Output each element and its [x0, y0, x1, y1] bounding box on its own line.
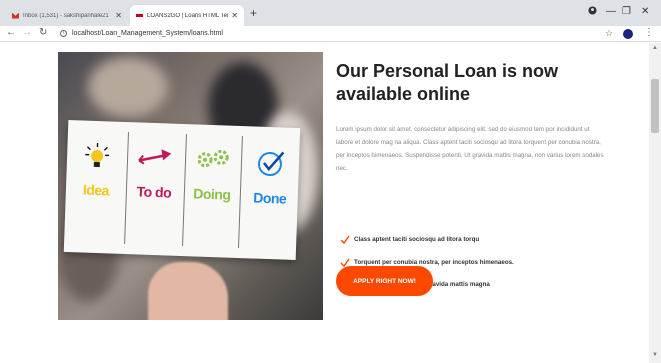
tab-title: Inbox (1,531) - sakshipanhale21: [23, 12, 109, 19]
kanban-card: Idea To do Doing Done: [63, 119, 301, 261]
check-circle-icon: [257, 151, 285, 177]
scrollbar-thumb[interactable]: [651, 79, 659, 133]
url-text: localhost/Loan_Management_System/loans.h…: [72, 30, 223, 37]
extension-icon[interactable]: [623, 29, 633, 39]
forward-icon[interactable]: →: [22, 27, 32, 38]
hand-image: [148, 262, 228, 320]
tab-gmail-inbox[interactable]: Inbox (1,531) - sakshipanhale21 ✕: [6, 5, 128, 26]
menu-icon[interactable]: ⋮: [644, 27, 654, 38]
tab-title: LOANS2GO | Loans HTML Temp: [147, 12, 229, 19]
card-column-done: Done: [246, 148, 296, 207]
info-icon[interactable]: i: [60, 30, 67, 37]
column-label: Done: [253, 189, 287, 207]
site-favicon-icon: [136, 14, 143, 17]
profile-icon[interactable]: [588, 6, 597, 18]
reload-icon[interactable]: ↻: [39, 27, 47, 38]
apply-now-button[interactable]: APPLY RIGHT NOW!: [336, 266, 433, 296]
scroll-down-icon[interactable]: ▼: [652, 352, 658, 358]
feature-item: Class aptent taciti sociosqu ad litora t…: [354, 236, 480, 243]
tab-close-icon[interactable]: ✕: [115, 11, 122, 20]
column-label: To do: [136, 183, 172, 201]
hero-heading: Our Personal Loan is now available onlin…: [336, 61, 559, 104]
minimize-icon[interactable]: —: [606, 6, 616, 17]
maximize-icon[interactable]: ❐: [622, 6, 631, 17]
lightbulb-icon: [85, 143, 110, 168]
close-window-icon[interactable]: ✕: [641, 6, 649, 17]
feature-item: Torquent per conubia nostra, per incepto…: [354, 259, 514, 266]
scrollbar[interactable]: ▲ ▼: [649, 43, 661, 363]
hero-description: Lorem ipsum dolor sit amet, consectetur …: [336, 126, 604, 172]
tab-loans2go[interactable]: LOANS2GO | Loans HTML Temp ✕: [130, 5, 244, 26]
hero-image: Idea To do Doing Done: [58, 52, 323, 320]
column-label: Doing: [193, 185, 231, 203]
scroll-up-icon[interactable]: ▲: [652, 45, 658, 51]
card-column-idea: Idea: [72, 142, 122, 199]
address-bar[interactable]: i localhost/Loan_Management_System/loans…: [60, 27, 223, 40]
arrow-icon: [138, 149, 172, 165]
new-tab-button[interactable]: +: [250, 6, 257, 20]
bookmark-star-icon[interactable]: ☆: [605, 28, 613, 39]
column-label: Idea: [82, 181, 110, 199]
browser-toolbar: ← → ↻ i localhost/Loan_Management_System…: [0, 26, 661, 42]
card-column-doing: Doing: [188, 146, 238, 203]
tab-close-icon[interactable]: ✕: [231, 11, 238, 20]
gmail-icon: [12, 12, 19, 19]
card-column-todo: To do: [130, 144, 180, 201]
browser-tab-strip: Inbox (1,531) - sakshipanhale21 ✕ LOANS2…: [0, 0, 661, 26]
check-icon: [340, 235, 350, 245]
gears-icon: [197, 149, 229, 168]
back-icon[interactable]: ←: [6, 27, 16, 38]
